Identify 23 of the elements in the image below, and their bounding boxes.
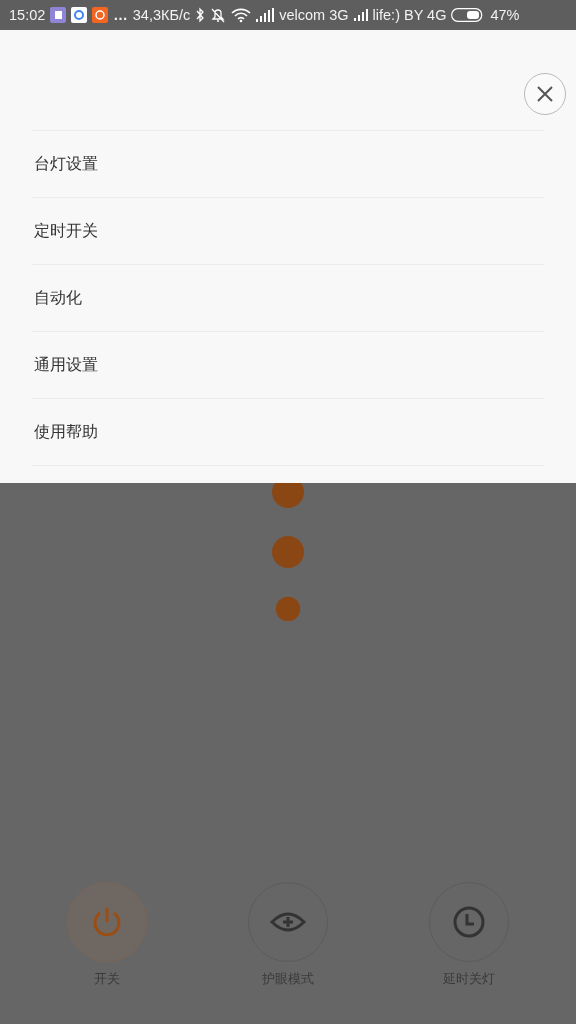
menu-item[interactable]: 通用设置: [32, 332, 544, 399]
menu-item[interactable]: 使用帮助: [32, 399, 544, 466]
overflow-indicator: …: [113, 7, 128, 23]
dot-icon: [274, 595, 302, 623]
signal-icon: [353, 9, 368, 21]
signal-icon: [256, 8, 275, 22]
muted-bell-icon: [210, 7, 227, 23]
network-speed: 34,3КБ/с: [132, 7, 191, 23]
menu-item[interactable]: 定时开关: [32, 198, 544, 265]
app-icon: [50, 7, 67, 23]
menu-item[interactable]: 自动化: [32, 265, 544, 332]
close-button[interactable]: [524, 73, 566, 115]
app-icon: [92, 7, 109, 23]
close-icon: [536, 85, 554, 103]
google-app-icon: [71, 7, 88, 23]
wifi-icon: [231, 7, 252, 23]
dot-icon: [272, 536, 304, 568]
carrier-label: life:) BY 4G: [372, 7, 447, 23]
carrier-label: velcom 3G: [279, 7, 349, 23]
clock: 15:02: [9, 7, 46, 23]
battery-percentage: 47%: [490, 7, 520, 23]
bluetooth-icon: [195, 7, 206, 23]
menu-item[interactable]: 台灯设置: [32, 131, 544, 198]
